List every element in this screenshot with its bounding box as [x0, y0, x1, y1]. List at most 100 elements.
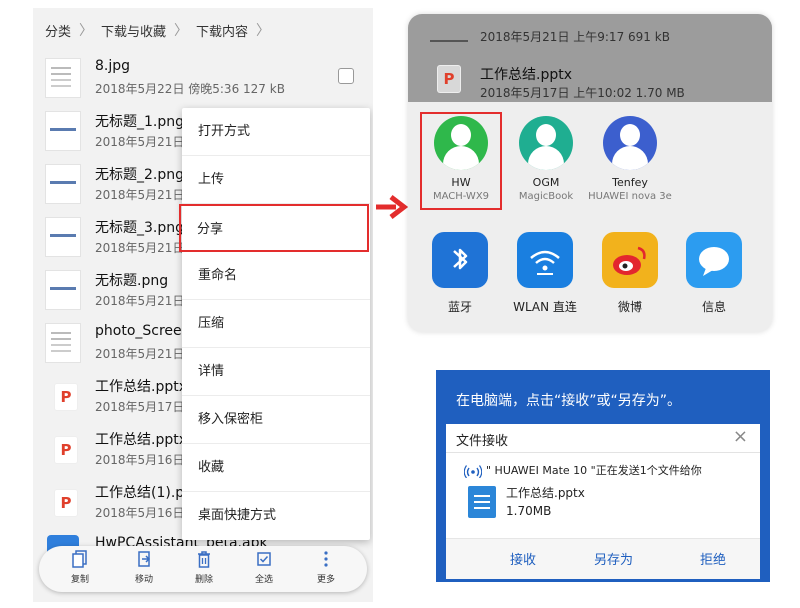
image-thumbnail	[45, 111, 81, 151]
share-app-bluetooth[interactable]: 蓝牙	[420, 232, 500, 315]
bg-file-meta: 2018年5月17日 上午10:02 1.70 MB	[480, 86, 685, 100]
image-thumbnail	[45, 58, 81, 98]
select-all-icon	[239, 550, 289, 570]
divider	[446, 452, 760, 453]
file-meta: 2018年5月21日	[95, 188, 185, 202]
menu-item-details[interactable]: 详情	[182, 348, 370, 396]
reject-button[interactable]: 拒绝	[700, 549, 726, 568]
more-icon	[301, 550, 351, 570]
app-name: 微博	[617, 300, 642, 314]
bg-file-name: 工作总结.pptx	[480, 67, 572, 83]
file-name: 无标题_2.png	[95, 167, 185, 183]
move-button[interactable]: 移动	[119, 550, 169, 585]
accept-button[interactable]: 接收	[510, 549, 536, 568]
bluetooth-icon	[432, 232, 488, 288]
app-name: WLAN 直连	[513, 300, 577, 314]
dimmed-file-list: 2018年5月21日 上午9:17 691 kB P 工作总结.pptx 201…	[408, 14, 772, 102]
chevron-right-icon: 〉	[256, 23, 271, 39]
device-name: OGM	[532, 176, 560, 189]
menu-item-move-to-safe[interactable]: 移入保密柜	[182, 396, 370, 444]
pptx-file-icon: P	[55, 384, 77, 410]
pptx-file-icon: P	[55, 490, 77, 516]
device-ogm[interactable]: OGM MagicBook	[504, 116, 588, 202]
app-name: 蓝牙	[447, 300, 472, 314]
menu-item-compress[interactable]: 压缩	[182, 300, 370, 348]
file-name: 无标题_1.png	[95, 114, 185, 130]
dialog-button-row: 接收 另存为 拒绝	[446, 538, 760, 579]
avatar	[519, 116, 573, 170]
select-checkbox[interactable]	[338, 68, 354, 84]
file-meta: 2018年5月16日	[95, 506, 185, 520]
breadcrumb: 分类 〉 下载与收藏 〉 下载内容 〉	[33, 8, 373, 52]
move-icon	[119, 550, 169, 570]
file-name: 无标题_3.png	[95, 220, 185, 236]
file-name: photo_Screen	[95, 323, 191, 339]
menu-item-favorite[interactable]: 收藏	[182, 444, 370, 492]
more-label: 更多	[316, 575, 335, 585]
breadcrumb-item[interactable]: 分类	[45, 21, 71, 40]
share-sheet-panel: 2018年5月21日 上午9:17 691 kB P 工作总结.pptx 201…	[408, 14, 772, 332]
file-manager-panel: 分类 〉 下载与收藏 〉 下载内容 〉 8.jpg 2018年5月22日 傍晚5…	[33, 8, 373, 602]
thumbnail-line	[430, 40, 468, 42]
share-app-wlan-direct[interactable]: WLAN 直连	[505, 232, 585, 315]
menu-item-desktop-shortcut[interactable]: 桌面快捷方式	[182, 492, 370, 540]
device-hw[interactable]: HW MACH-WX9	[419, 116, 503, 202]
document-icon	[468, 486, 496, 518]
context-menu: 打开方式 上传 分享 重命名 压缩 详情 移入保密柜 收藏 桌面快捷方式	[179, 108, 370, 540]
avatar	[434, 116, 488, 170]
share-app-weibo[interactable]: 微博	[590, 232, 670, 315]
chevron-right-icon: 〉	[174, 23, 189, 39]
copy-label: 复制	[70, 575, 89, 585]
copy-button[interactable]: 复制	[55, 550, 105, 585]
image-thumbnail	[45, 270, 81, 310]
pptx-file-icon: P	[438, 66, 460, 92]
breadcrumb-item[interactable]: 下载内容	[196, 21, 248, 40]
breadcrumb-item[interactable]: 下载与收藏	[101, 21, 166, 40]
received-file-name: 工作总结.pptx	[506, 486, 585, 500]
wifi-direct-icon	[517, 232, 573, 288]
close-icon[interactable]: ×	[733, 426, 748, 447]
select-all-button[interactable]: 全选	[239, 550, 289, 585]
file-name: 8.jpg	[95, 58, 131, 74]
move-label: 移动	[134, 575, 153, 585]
file-meta: 2018年5月22日 傍晚5:36 127 kB	[95, 82, 285, 96]
device-model: MagicBook	[518, 191, 574, 202]
instruction-text: 在电脑端，点击“接收”或“另存为”。	[456, 393, 682, 409]
save-as-button[interactable]: 另存为	[594, 549, 633, 568]
file-name: 工作总结(1).pp	[95, 485, 194, 501]
device-model: HUAWEI nova 3e	[588, 191, 672, 202]
share-sheet: HW MACH-WX9 OGM MagicBook Tenfey HUAWEI …	[408, 102, 772, 332]
file-name: 工作总结.pptx	[95, 379, 187, 395]
bg-file-meta: 2018年5月21日 上午9:17 691 kB	[480, 30, 670, 44]
file-meta: 2018年5月21日	[95, 347, 185, 361]
dialog-title: 文件接收	[456, 434, 509, 449]
file-receive-dialog: 文件接收 × " HUAWEI Mate 10 "正在发送1个文件给你 工作总结…	[446, 424, 760, 579]
device-model: MACH-WX9	[432, 191, 490, 202]
sending-message: " HUAWEI Mate 10 "正在发送1个文件给你	[486, 464, 702, 477]
delete-button[interactable]: 删除	[179, 550, 229, 585]
image-thumbnail	[45, 323, 81, 363]
delete-label: 删除	[194, 575, 213, 585]
weibo-icon	[602, 232, 658, 288]
menu-item-rename[interactable]: 重命名	[182, 252, 370, 300]
file-meta: 2018年5月21日	[95, 135, 185, 149]
menu-item-open-with[interactable]: 打开方式	[182, 108, 370, 156]
more-button[interactable]: 更多	[301, 550, 351, 585]
avatar	[603, 116, 657, 170]
app-name: 信息	[701, 300, 726, 314]
chevron-right-icon: 〉	[79, 23, 94, 39]
device-tenfey[interactable]: Tenfey HUAWEI nova 3e	[588, 116, 672, 202]
trash-icon	[179, 550, 229, 570]
received-file-size: 1.70MB	[506, 504, 552, 518]
share-app-message[interactable]: 信息	[674, 232, 754, 315]
file-meta: 2018年5月16日	[95, 453, 185, 467]
pptx-file-icon: P	[55, 437, 77, 463]
image-thumbnail	[45, 164, 81, 204]
file-name: 无标题.png	[95, 273, 169, 289]
file-meta: 2018年5月21日	[95, 294, 185, 308]
menu-item-share[interactable]: 分享	[179, 204, 369, 252]
wireless-signal-icon	[464, 465, 482, 478]
menu-item-upload[interactable]: 上传	[182, 156, 370, 204]
file-meta: 2018年5月21日	[95, 241, 185, 255]
file-row[interactable]: 8.jpg 2018年5月22日 傍晚5:36 127 kB	[33, 52, 373, 105]
